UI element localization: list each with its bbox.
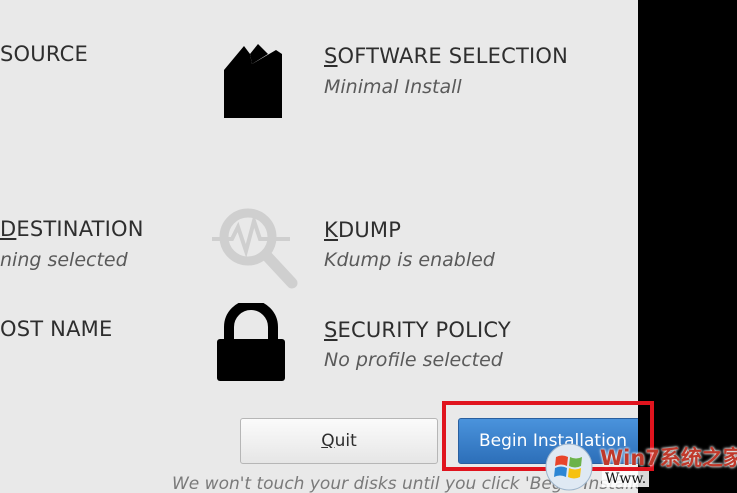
spoke-software-selection[interactable]: SOFTWARE SELECTION Minimal Install [215, 35, 615, 125]
mnemonic-letter: K [324, 218, 338, 242]
windows-logo-icon [545, 443, 593, 491]
mnemonic-letter: S [324, 44, 338, 68]
spoke-status: ning selected [0, 249, 128, 271]
installer-screen: SOURCE SOFTWARE SELECTION Minimal Instal… [0, 0, 737, 493]
site-watermark: Win7系统之家 Www. [540, 440, 737, 493]
magnifier-pulse-icon [210, 203, 300, 293]
spoke-title: DESTINATION [0, 217, 144, 241]
watermark-text: Win7系统之家 [600, 446, 737, 470]
watermark-url: Www. [602, 471, 650, 487]
spoke-kdump[interactable]: KDUMP Kdump is enabled [205, 200, 605, 295]
spoke-title-rest: ESTINATION [16, 217, 144, 241]
spoke-installation-source[interactable]: SOURCE [0, 40, 180, 100]
spoke-title: SOFTWARE SELECTION [324, 44, 568, 68]
spoke-status: No profile selected [324, 349, 503, 371]
spoke-title: SOURCE [0, 42, 88, 66]
spoke-title: KDUMP [324, 218, 401, 242]
mnemonic-letter: S [324, 318, 338, 342]
quit-button[interactable]: Quit [240, 418, 438, 464]
spoke-title: SECURITY POLICY [324, 318, 511, 342]
spoke-title-rest: DUMP [337, 218, 402, 242]
package-icon [220, 40, 282, 124]
spoke-installation-destination[interactable]: DESTINATION ning selected [0, 215, 190, 285]
mnemonic-letter: D [0, 217, 17, 241]
mnemonic-letter: Q [321, 431, 335, 451]
spoke-status: Kdump is enabled [324, 249, 495, 271]
spoke-security-policy[interactable]: SECURITY POLICY No profile selected [210, 300, 610, 385]
spoke-title-rest: OFTWARE SELECTION [337, 44, 569, 68]
spoke-status: Minimal Install [324, 76, 462, 98]
padlock-icon [215, 300, 287, 387]
spoke-network-hostname[interactable]: OST NAME [0, 315, 190, 355]
spoke-title-rest: ECURITY POLICY [337, 318, 511, 342]
spoke-title: OST NAME [0, 317, 113, 341]
quit-button-label: uit [334, 431, 357, 451]
